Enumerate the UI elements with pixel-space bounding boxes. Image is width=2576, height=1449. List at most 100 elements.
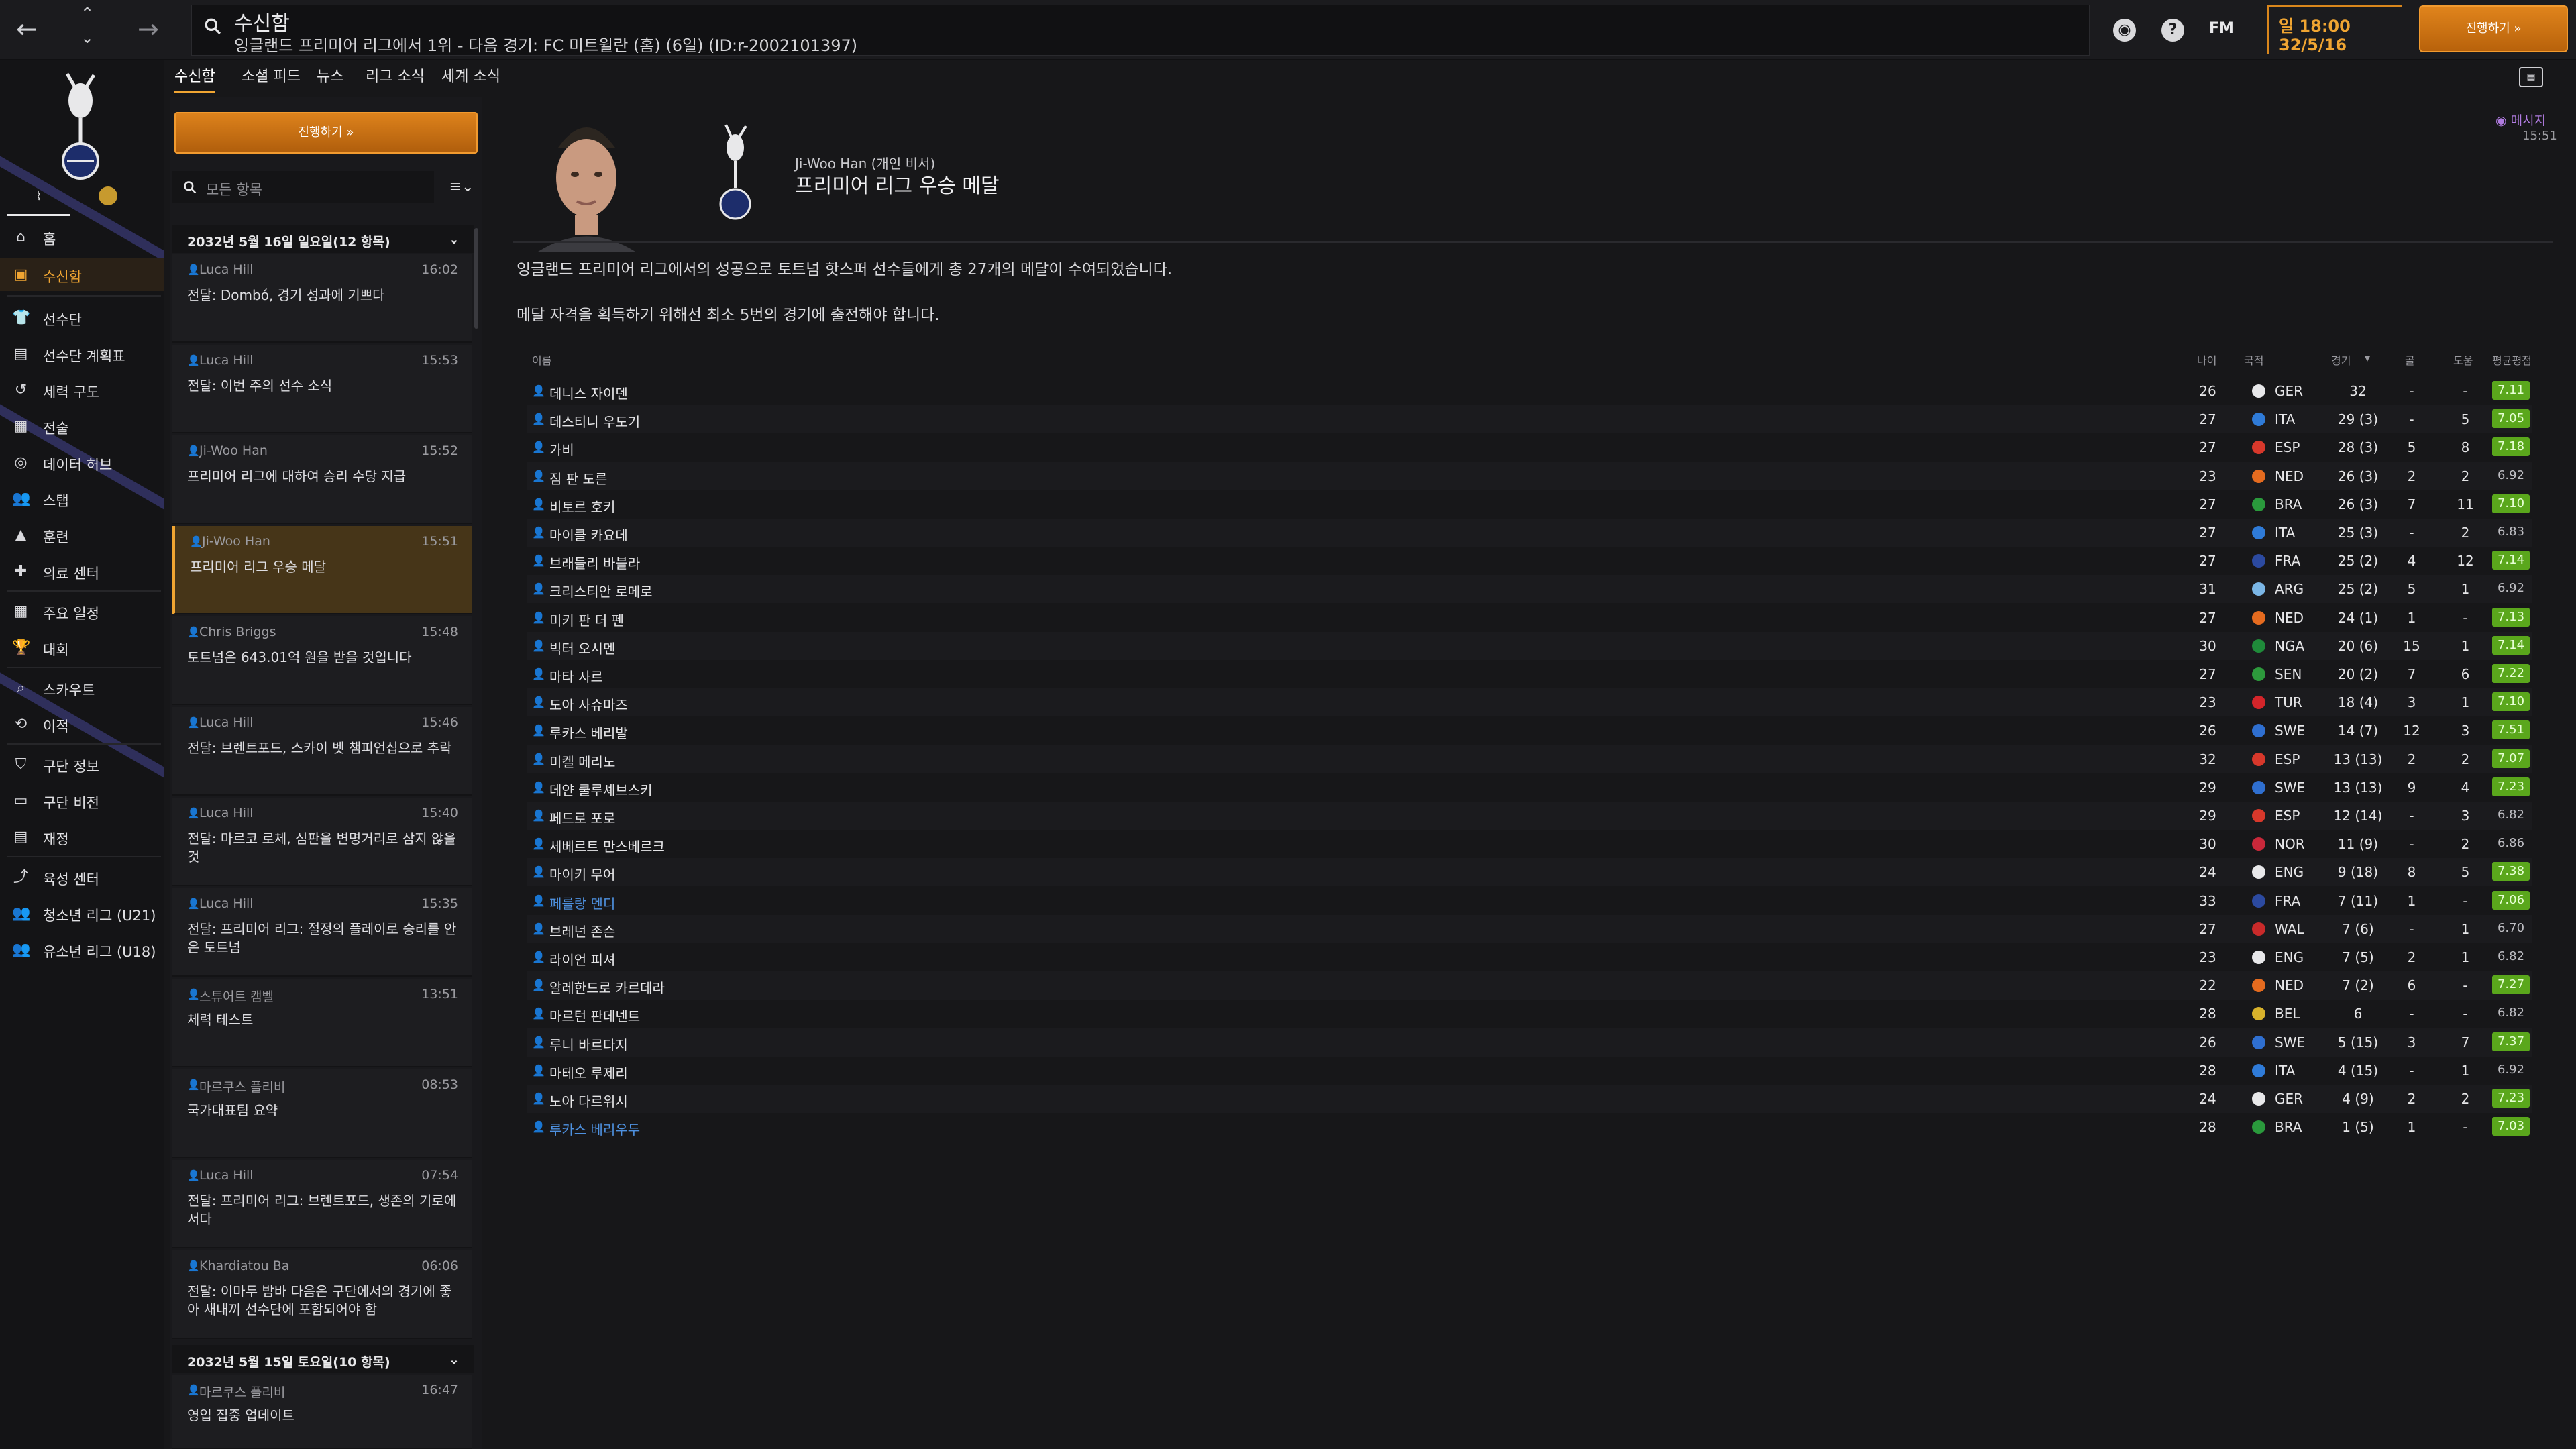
table-row[interactable]: 👤 노아 다르위시 24 GER 4 (9) 2 2 7.23 bbox=[527, 1085, 2532, 1113]
table-row[interactable]: 👤 데니스 자이덴 26 GER 32 - - 7.11 bbox=[527, 377, 2532, 405]
layout-toggle-icon[interactable]: ▦ bbox=[2519, 67, 2543, 87]
player-name[interactable]: 알레한드로 카르데라 bbox=[549, 977, 665, 997]
player-name[interactable]: 빅터 오시멘 bbox=[549, 638, 615, 657]
badge-icon[interactable] bbox=[99, 186, 117, 205]
message-item-selected[interactable]: 👤 Ji-Woo Han 15:51 프리미어 리그 우승 메달 bbox=[172, 526, 472, 614]
col-header-nationality[interactable]: 국적 bbox=[2244, 352, 2263, 368]
sidebar-item-transfers[interactable]: ⟲ 이적 bbox=[0, 707, 164, 741]
col-header-goals[interactable]: 골 bbox=[2405, 352, 2415, 368]
sidebar-item-data-hub[interactable]: ◎ 데이터 허브 bbox=[0, 445, 164, 479]
help-icon[interactable]: ? bbox=[2161, 19, 2184, 42]
tab-news[interactable]: 뉴스 bbox=[317, 64, 343, 86]
player-name[interactable]: 도아 사슈마즈 bbox=[549, 694, 628, 714]
tab-social-feed[interactable]: 소셜 피드 bbox=[241, 64, 301, 86]
manager-tab[interactable]: ⌇ bbox=[7, 189, 70, 216]
table-row[interactable]: 👤 마테오 루제리 28 ITA 4 (15) - 1 6.92 bbox=[527, 1057, 2532, 1085]
col-header-age[interactable]: 나이 bbox=[2197, 352, 2216, 368]
table-row[interactable]: 👤 루니 바르다지 26 SWE 5 (15) 3 7 7.37 bbox=[527, 1028, 2532, 1057]
player-name[interactable]: 데얀 쿨루셰브스키 bbox=[549, 780, 653, 799]
col-header-rating[interactable]: 평균평점 bbox=[2492, 352, 2532, 368]
table-row[interactable]: 👤 마이클 카요데 27 ITA 25 (3) - 2 6.83 bbox=[527, 519, 2532, 547]
player-name[interactable]: 크리스티안 로메로 bbox=[549, 581, 653, 600]
message-item[interactable]: 👤 마르쿠스 플리비 08:53 국가대표팀 요약 bbox=[172, 1069, 472, 1158]
sort-desc-icon[interactable]: ▾ bbox=[2365, 352, 2370, 364]
table-row[interactable]: 👤 짐 판 도른 23 NED 26 (3) 2 2 6.92 bbox=[527, 462, 2532, 490]
message-item[interactable]: 👤 Luca Hill 15:46 전달: 브렌트포드, 스카이 벳 챔피언십으로 추… bbox=[172, 707, 472, 796]
table-row[interactable]: 👤 브레넌 존슨 27 WAL 7 (6) - 1 6.70 bbox=[527, 914, 2532, 943]
back-arrow-icon[interactable]: ← bbox=[16, 16, 38, 42]
game-clock[interactable]: 일 18:00 32/5/16 bbox=[2267, 5, 2402, 54]
sidebar-item-club-info[interactable]: ⛉ 구단 정보 bbox=[0, 747, 164, 781]
player-name[interactable]: 페드로 포로 bbox=[549, 808, 615, 827]
message-item[interactable]: 👤 Chris Briggs 15:48 토트넘은 643.01억 원을 받을 것입니… bbox=[172, 616, 472, 705]
search-bar[interactable]: 수신함 잉글랜드 프리미어 리그에서 1위 - 다음 경기: FC 미트윌란 (… bbox=[191, 5, 2090, 56]
message-item[interactable]: 👤 Ji-Woo Han 15:52 프리미어 리그에 대하여 승리 수당 지급 bbox=[172, 435, 472, 524]
message-item[interactable]: 👤 Luca Hill 15:40 전달: 마르코 로체, 심판을 변명거리로 삼지 … bbox=[172, 798, 472, 886]
message-item[interactable]: 👤 스튜어트 캠벨 13:51 체력 테스트 bbox=[172, 979, 472, 1067]
player-name[interactable]: 라이언 피셔 bbox=[549, 949, 615, 969]
table-row[interactable]: 👤 마이키 무어 24 ENG 9 (18) 8 5 7.38 bbox=[527, 858, 2532, 887]
message-item[interactable]: 👤 Luca Hill 07:54 전달: 프리미어 리그: 브렌트포드, 생존의 기… bbox=[172, 1160, 472, 1248]
sidebar-item-medical[interactable]: ✚ 의료 센터 bbox=[0, 554, 164, 588]
table-row[interactable]: 👤 페를랑 멘디 33 FRA 7 (11) 1 - 7.06 bbox=[527, 887, 2532, 915]
sidebar-item-dynamics[interactable]: ↺ 세력 구도 bbox=[0, 373, 164, 407]
player-name[interactable]: 루니 바르다지 bbox=[549, 1034, 628, 1054]
player-name[interactable]: 브레넌 존슨 bbox=[549, 921, 615, 941]
table-row[interactable]: 👤 브래들리 바블라 27 FRA 25 (2) 4 12 7.14 bbox=[527, 547, 2532, 575]
player-name[interactable]: 마테오 루제리 bbox=[549, 1063, 628, 1082]
player-name[interactable]: 가비 bbox=[549, 439, 574, 459]
player-name[interactable]: 데니스 자이덴 bbox=[549, 383, 628, 402]
sidebar-item-club-vision[interactable]: ▭ 구단 비전 bbox=[0, 784, 164, 817]
player-name[interactable]: 페를랑 멘디 bbox=[549, 893, 615, 912]
forward-arrow-icon[interactable]: → bbox=[138, 16, 159, 42]
table-row[interactable]: 👤 마타 사르 27 SEN 20 (2) 7 6 7.22 bbox=[527, 660, 2532, 688]
tab-league-news[interactable]: 리그 소식 bbox=[366, 64, 425, 86]
sidebar-item-staff[interactable]: 👥 스탭 bbox=[0, 482, 164, 515]
player-name[interactable]: 마르턴 판데넨트 bbox=[549, 1006, 640, 1025]
player-name[interactable]: 세베르트 만스베르크 bbox=[549, 836, 665, 855]
col-header-name[interactable]: 이름 bbox=[532, 352, 551, 368]
sidebar-item-development[interactable]: ⤴ 육성 센터 bbox=[0, 860, 164, 894]
table-row[interactable]: 👤 비토르 호키 27 BRA 26 (3) 7 11 7.10 bbox=[527, 490, 2532, 519]
table-row[interactable]: 👤 알레한드로 카르데라 22 NED 7 (2) 6 - 7.27 bbox=[527, 971, 2532, 1000]
player-name[interactable]: 마이클 카요데 bbox=[549, 525, 628, 544]
filter-menu-icon[interactable]: ≡⌄ bbox=[445, 171, 478, 203]
player-name[interactable]: 미키 판 더 펜 bbox=[549, 610, 624, 629]
tab-inbox[interactable]: 수신함 bbox=[174, 64, 215, 93]
table-row[interactable]: 👤 루카스 베리우두 28 BRA 1 (5) 1 - 7.03 bbox=[527, 1113, 2532, 1141]
table-row[interactable]: 👤 미키 판 더 펜 27 NED 24 (1) 1 - 7.13 bbox=[527, 604, 2532, 632]
player-name[interactable]: 비토르 호키 bbox=[549, 496, 615, 516]
sidebar-item-training[interactable]: ▲ 훈련 bbox=[0, 518, 164, 551]
sidebar-item-squad-planner[interactable]: ▤ 선수단 계획표 bbox=[0, 337, 164, 370]
date-group-header[interactable]: 2032년 5월 16일 일요일(12 항목) ⌄ bbox=[172, 225, 474, 253]
message-item[interactable]: 👤 Luca Hill 15:53 전달: 이번 주의 선수 소식 bbox=[172, 345, 472, 433]
table-row[interactable]: 👤 빅터 오시멘 30 NGA 20 (6) 15 1 7.14 bbox=[527, 631, 2532, 660]
message-item[interactable]: 👤 Khardiatou Ba 06:06 전달: 이마두 밤바 다음은 구단에서의 … bbox=[172, 1250, 472, 1339]
sidebar-item-u21[interactable]: 👥 청소년 리그 (U21) bbox=[0, 896, 164, 930]
sidebar-item-squad[interactable]: 👕 선수단 bbox=[0, 301, 164, 334]
sidebar-item-scouting[interactable]: ⌕ 스카우트 bbox=[0, 671, 164, 704]
continue-button[interactable]: 진행하기 » bbox=[2419, 5, 2568, 52]
table-row[interactable]: 👤 데얀 쿨루셰브스키 29 SWE 13 (13) 9 4 7.23 bbox=[527, 773, 2532, 802]
sidebar-item-tactics[interactable]: ▦ 전술 bbox=[0, 409, 164, 443]
col-header-apps[interactable]: 경기 bbox=[2331, 352, 2351, 368]
table-row[interactable]: 👤 루카스 베리발 26 SWE 14 (7) 12 3 7.51 bbox=[527, 716, 2532, 745]
sidebar-item-u18[interactable]: 👥 유소년 리그 (U18) bbox=[0, 932, 164, 966]
player-name[interactable]: 루카스 베리발 bbox=[549, 722, 628, 742]
player-name[interactable]: 데스티니 우도기 bbox=[549, 411, 640, 431]
sidebar-item-schedule[interactable]: ▦ 주요 일정 bbox=[0, 594, 164, 628]
sidebar-item-competitions[interactable]: 🏆 대회 bbox=[0, 631, 164, 664]
table-row[interactable]: 👤 크리스티안 로메로 31 ARG 25 (2) 5 1 6.92 bbox=[527, 575, 2532, 604]
filter-input[interactable]: 모든 항목 bbox=[172, 171, 434, 203]
sidebar-item-finances[interactable]: ▤ 재정 bbox=[0, 820, 164, 853]
col-header-assists[interactable]: 도움 bbox=[2453, 352, 2473, 368]
player-name[interactable]: 루카스 베리우두 bbox=[549, 1119, 640, 1138]
chevron-down-icon[interactable]: ⌄ bbox=[80, 30, 94, 46]
inbox-scrollbar[interactable] bbox=[474, 228, 478, 329]
tab-world-news[interactable]: 세계 소식 bbox=[441, 64, 500, 86]
message-item[interactable]: 👤 Luca Hill 15:35 전달: 프리미어 리그: 절정의 플레이로 승리를… bbox=[172, 888, 472, 977]
table-row[interactable]: 👤 도아 사슈마즈 23 TUR 18 (4) 3 1 7.10 bbox=[527, 688, 2532, 717]
sidebar-item-home[interactable]: ⌂ 홈 bbox=[0, 220, 164, 254]
club-crest-icon[interactable] bbox=[40, 60, 121, 188]
chevron-up-icon[interactable]: ⌃ bbox=[80, 5, 94, 21]
